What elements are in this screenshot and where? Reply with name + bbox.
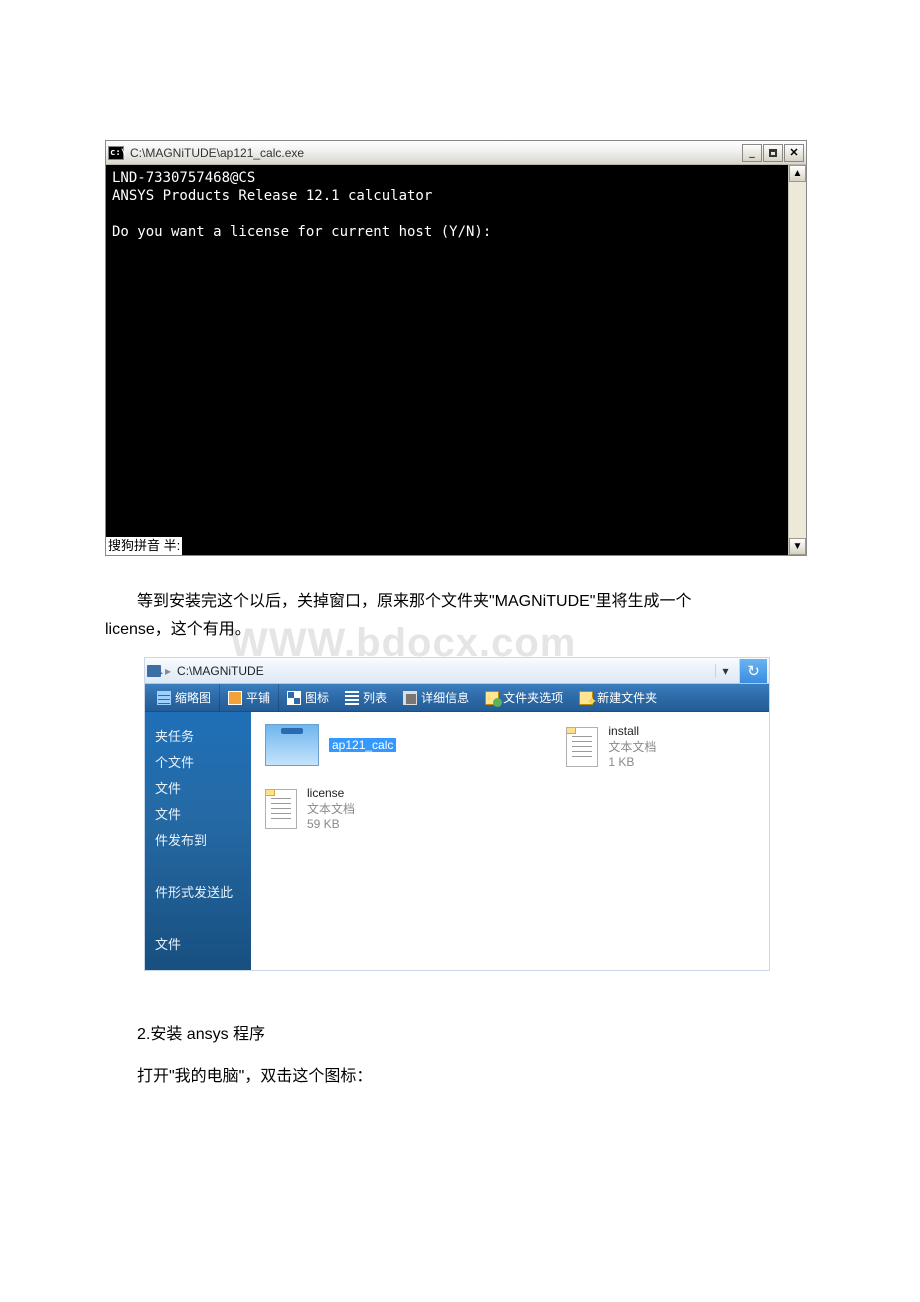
folder-options-icon: [485, 691, 499, 705]
task-item[interactable]: 文件: [155, 776, 241, 802]
toolbar-thumbnails[interactable]: 缩略图: [149, 684, 220, 711]
refresh-button[interactable]: ↻: [739, 659, 767, 683]
task-item[interactable]: 夹任务: [155, 724, 241, 750]
task-item: [155, 906, 241, 932]
app-icon: [265, 724, 319, 766]
file-item-app[interactable]: ap121_calc: [265, 724, 396, 766]
paragraph: 等到安装完这个以后，关掉窗口，原来那个文件夹"MAGNiTUDE"里将生成一个 …: [105, 588, 815, 644]
task-item[interactable]: 文件: [155, 802, 241, 828]
paragraph: 2.安装 ansys 程序: [105, 1020, 815, 1050]
toolbar-label: 图标: [305, 689, 329, 706]
task-item[interactable]: 件发布到: [155, 828, 241, 854]
address-path: C:\MAGNiTUDE: [175, 664, 711, 678]
file-name: license: [307, 786, 355, 800]
toolbar-details[interactable]: 详细信息: [395, 684, 477, 711]
file-type: 文本文档: [307, 800, 355, 817]
toolbar-label: 列表: [363, 689, 387, 706]
text: 等到安装完这个以后，关掉窗口，原来那个文件夹"MAGNiTUDE"里将生成一个: [137, 593, 691, 610]
toolbar-new-folder[interactable]: 新建文件夹: [571, 684, 665, 711]
file-label-selected: ap121_calc: [329, 738, 396, 752]
file-size: 1 KB: [608, 755, 656, 769]
scroll-down-button[interactable]: ▼: [789, 538, 806, 555]
titlebar: c:\ C:\MAGNiTUDE\ap121_calc.exe _ ✕: [106, 141, 806, 165]
toolbar-options[interactable]: 文件夹选项: [477, 684, 571, 711]
explorer-body: 夹任务 个文件 文件 文件 件发布到 件形式发送此 文件 ap121_calc: [145, 712, 769, 970]
scrollbar[interactable]: ▲ ▼: [788, 165, 806, 555]
window-title: C:\MAGNiTUDE\ap121_calc.exe: [130, 146, 742, 160]
console-line: [112, 205, 782, 223]
explorer-toolbar: 缩略图 平铺 图标 列表 详细信息 文件夹选项: [145, 684, 769, 712]
console-output: LND-7330757468@CS ANSYS Products Release…: [106, 165, 788, 555]
close-button[interactable]: ✕: [784, 144, 804, 162]
text-file-icon: [566, 727, 598, 767]
task-item: [155, 854, 241, 880]
console-line: Do you want a license for current host (…: [112, 223, 782, 241]
console-body-wrap: LND-7330757468@CS ANSYS Products Release…: [106, 165, 806, 555]
paragraph: 打开"我的电脑"，双击这个图标：: [105, 1062, 815, 1092]
console-line: ANSYS Products Release 12.1 calculator: [112, 187, 782, 205]
file-size: 59 KB: [307, 817, 355, 831]
address-bar[interactable]: ▸ C:\MAGNiTUDE ▾ ↻: [145, 658, 769, 684]
address-dropdown[interactable]: ▾: [715, 664, 735, 678]
details-icon: [403, 691, 417, 705]
file-type: 文本文档: [608, 738, 656, 755]
text: license，这个有用。: [105, 616, 815, 644]
console-line: LND-7330757468@CS: [112, 169, 782, 187]
list-icon: [345, 691, 359, 705]
console-icon: c:\: [108, 146, 124, 160]
new-folder-icon: [579, 691, 593, 705]
nav-icon: [147, 665, 161, 677]
file-item-install[interactable]: install 文本文档 1 KB: [566, 724, 656, 769]
thumbnails-icon: [157, 691, 171, 705]
toolbar-tile[interactable]: 平铺: [220, 684, 279, 711]
console-window: c:\ C:\MAGNiTUDE\ap121_calc.exe _ ✕ LND-…: [105, 140, 807, 556]
scroll-track[interactable]: [789, 182, 806, 538]
toolbar-label: 新建文件夹: [597, 689, 657, 706]
file-name: install: [608, 724, 656, 738]
toolbar-label: 缩略图: [175, 689, 211, 706]
icons-icon: [287, 691, 301, 705]
file-item-license[interactable]: license 文本文档 59 KB: [265, 786, 396, 831]
explorer-window: ▸ C:\MAGNiTUDE ▾ ↻ 缩略图 平铺 图标 列表: [145, 658, 769, 970]
toolbar-label: 详细信息: [421, 689, 469, 706]
scroll-up-button[interactable]: ▲: [789, 165, 806, 182]
toolbar-label: 文件夹选项: [503, 689, 563, 706]
ime-status: 搜狗拼音 半:: [106, 537, 182, 555]
files-pane: ap121_calc license 文本文档 59 KB: [251, 712, 769, 970]
text-file-icon: [265, 789, 297, 829]
tasks-pane: 夹任务 个文件 文件 文件 件发布到 件形式发送此 文件: [145, 712, 251, 970]
toolbar-label: 平铺: [246, 689, 270, 706]
page: c:\ C:\MAGNiTUDE\ap121_calc.exe _ ✕ LND-…: [0, 0, 920, 1092]
minimize-button[interactable]: _: [742, 144, 762, 162]
maximize-button[interactable]: [763, 144, 783, 162]
task-item[interactable]: 文件: [155, 932, 241, 958]
task-item[interactable]: 件形式发送此: [155, 880, 241, 906]
task-item[interactable]: 个文件: [155, 750, 241, 776]
toolbar-icons[interactable]: 图标: [279, 684, 337, 711]
toolbar-list[interactable]: 列表: [337, 684, 395, 711]
tile-icon: [228, 691, 242, 705]
breadcrumb-sep: ▸: [165, 664, 171, 678]
